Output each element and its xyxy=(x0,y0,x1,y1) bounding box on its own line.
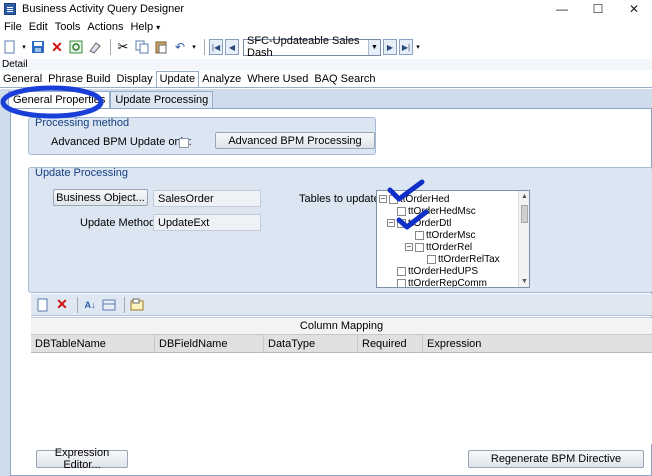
tree-checkbox[interactable] xyxy=(415,242,424,252)
minimize-button[interactable]: — xyxy=(544,0,580,18)
menu-tools[interactable]: Tools xyxy=(55,21,81,33)
menu-help[interactable]: Help xyxy=(130,21,153,33)
maximize-button[interactable]: ☐ xyxy=(580,0,616,18)
toolbar-separator xyxy=(204,39,205,55)
tab-analyze[interactable]: Analyze xyxy=(199,72,244,87)
tree-item[interactable]: ttOrderRelTax xyxy=(427,253,500,265)
tab-display[interactable]: Display xyxy=(114,72,156,87)
detail-section-label: Detail xyxy=(0,59,652,70)
tree-scrollbar[interactable]: ▲ ▼ xyxy=(518,191,529,287)
menu-bar: File Edit Tools Actions Help ▾ xyxy=(0,19,167,35)
collapse-icon[interactable]: − xyxy=(387,219,395,227)
column-header[interactable]: Required xyxy=(358,335,423,353)
new-icon[interactable] xyxy=(2,39,18,55)
cut-icon[interactable]: ✂ xyxy=(115,39,131,55)
title-bar: Business Activity Query Designer — ☐ ✕ xyxy=(0,0,652,18)
first-record-icon[interactable]: |◀ xyxy=(209,39,223,55)
chevron-down-icon[interactable]: ▼ xyxy=(368,39,380,55)
tree-checkbox[interactable] xyxy=(397,266,406,276)
refresh-icon[interactable] xyxy=(68,39,84,55)
dropdown-arrow-icon[interactable]: ▾ xyxy=(415,39,421,55)
column-header[interactable]: DataType xyxy=(264,335,358,353)
menu-overflow-icon[interactable]: ▾ xyxy=(156,23,160,32)
tree-item-label: ttOrderRelTax xyxy=(438,253,500,265)
checkmark-annotation xyxy=(396,209,429,230)
scroll-up-icon[interactable]: ▲ xyxy=(519,191,529,202)
tree-item[interactable]: − ttOrderRel xyxy=(405,241,472,253)
dropdown-arrow-icon[interactable]: ▾ xyxy=(21,39,27,55)
tab-update-processing[interactable]: Update Processing xyxy=(110,91,214,108)
grid-settings-icon[interactable] xyxy=(101,297,117,313)
delete-row-icon[interactable]: ✕ xyxy=(54,296,70,313)
scroll-down-icon[interactable]: ▼ xyxy=(519,276,529,287)
tree-item-label: ttOrderMsc xyxy=(426,229,476,241)
menu-file[interactable]: File xyxy=(4,21,22,33)
export-icon[interactable] xyxy=(129,297,145,313)
new-row-icon[interactable] xyxy=(35,297,51,313)
tab-where-used[interactable]: Where Used xyxy=(244,72,311,87)
highlight-circle-annotation xyxy=(0,85,104,119)
adv-bpm-checkbox[interactable] xyxy=(179,138,189,148)
close-button[interactable]: ✕ xyxy=(616,0,652,18)
collapse-icon[interactable]: − xyxy=(405,243,413,251)
main-toolbar: ▾ ✕ ✂ ↶ ▾ |◀ ◀ SFC-Updateable Sales Dash… xyxy=(0,35,652,59)
delete-icon[interactable]: ✕ xyxy=(49,39,65,55)
advanced-bpm-processing-button[interactable]: Advanced BPM Processing xyxy=(215,132,375,149)
update-method-field[interactable]: UpdateExt xyxy=(153,214,261,231)
processing-method-group: Processing method Advanced BPM Update on… xyxy=(28,117,376,155)
save-icon[interactable] xyxy=(30,39,46,55)
grid-header: DBTableName DBFieldName DataType Require… xyxy=(31,335,652,353)
tree-checkbox[interactable] xyxy=(397,278,406,287)
copy-icon[interactable] xyxy=(134,39,150,55)
column-header[interactable]: Expression xyxy=(423,335,652,353)
tree-item-label: ttOrderRepComm xyxy=(408,277,487,288)
last-record-icon[interactable]: ▶| xyxy=(399,39,413,55)
paste-icon[interactable] xyxy=(153,39,169,55)
toolbar-separator xyxy=(124,296,125,313)
tree-item[interactable]: ttOrderHedUPS xyxy=(397,265,478,277)
tree-item-label: ttOrderHedUPS xyxy=(408,265,479,277)
scroll-thumb[interactable] xyxy=(521,205,528,223)
window-title: Business Activity Query Designer xyxy=(22,3,185,15)
update-processing-title: Update Processing xyxy=(35,167,128,179)
update-processing-group: Update Processing Business Object... Sal… xyxy=(28,167,652,293)
window-controls: — ☐ ✕ xyxy=(544,0,652,18)
menu-actions[interactable]: Actions xyxy=(87,21,123,33)
next-record-icon[interactable]: ▶ xyxy=(383,39,397,55)
tables-to-update-label: Tables to update: xyxy=(299,193,383,205)
regenerate-bpm-directive-button[interactable]: Regenerate BPM Directive xyxy=(468,450,644,468)
column-mapping-grid[interactable]: Column Mapping DBTableName DBFieldName D… xyxy=(31,317,652,444)
column-header[interactable]: DBTableName xyxy=(31,335,155,353)
tab-baq-search[interactable]: BAQ Search xyxy=(311,72,378,87)
grid-toolbar: ✕ A↓ xyxy=(31,294,652,316)
clear-icon[interactable] xyxy=(87,39,103,55)
expression-editor-button[interactable]: Expression Editor... xyxy=(36,447,128,471)
toolbar-separator xyxy=(110,39,111,55)
checkmark-annotation xyxy=(387,179,425,202)
query-select[interactable]: SFC-Updateable Sales Dash ▼ xyxy=(243,35,381,59)
business-object-button[interactable]: Business Object... xyxy=(53,189,148,206)
update-method-label: Update Method: xyxy=(80,217,159,229)
tree-item-label: ttOrderRel xyxy=(426,241,473,253)
sort-icon[interactable]: A↓ xyxy=(82,297,98,313)
undo-icon[interactable]: ↶ xyxy=(172,39,188,55)
tables-tree[interactable]: − ttOrderHed ttOrderHedMsc − ttOrderDtl … xyxy=(376,190,530,288)
query-select-value: SFC-Updateable Sales Dash xyxy=(247,35,360,59)
grid-band-title: Column Mapping xyxy=(31,318,652,335)
menu-edit[interactable]: Edit xyxy=(29,21,48,33)
tree-item[interactable]: ttOrderRepComm xyxy=(397,277,487,288)
business-object-field[interactable]: SalesOrder xyxy=(153,190,261,207)
column-header[interactable]: DBFieldName xyxy=(155,335,264,353)
previous-record-icon[interactable]: ◀ xyxy=(225,39,239,55)
dropdown-arrow-icon[interactable]: ▾ xyxy=(191,39,197,55)
toolbar-separator xyxy=(77,296,78,313)
tree-checkbox[interactable] xyxy=(427,254,436,264)
adv-bpm-label: Advanced BPM Update only: xyxy=(51,136,192,148)
app-icon xyxy=(4,3,16,15)
tab-update[interactable]: Update xyxy=(155,71,200,87)
